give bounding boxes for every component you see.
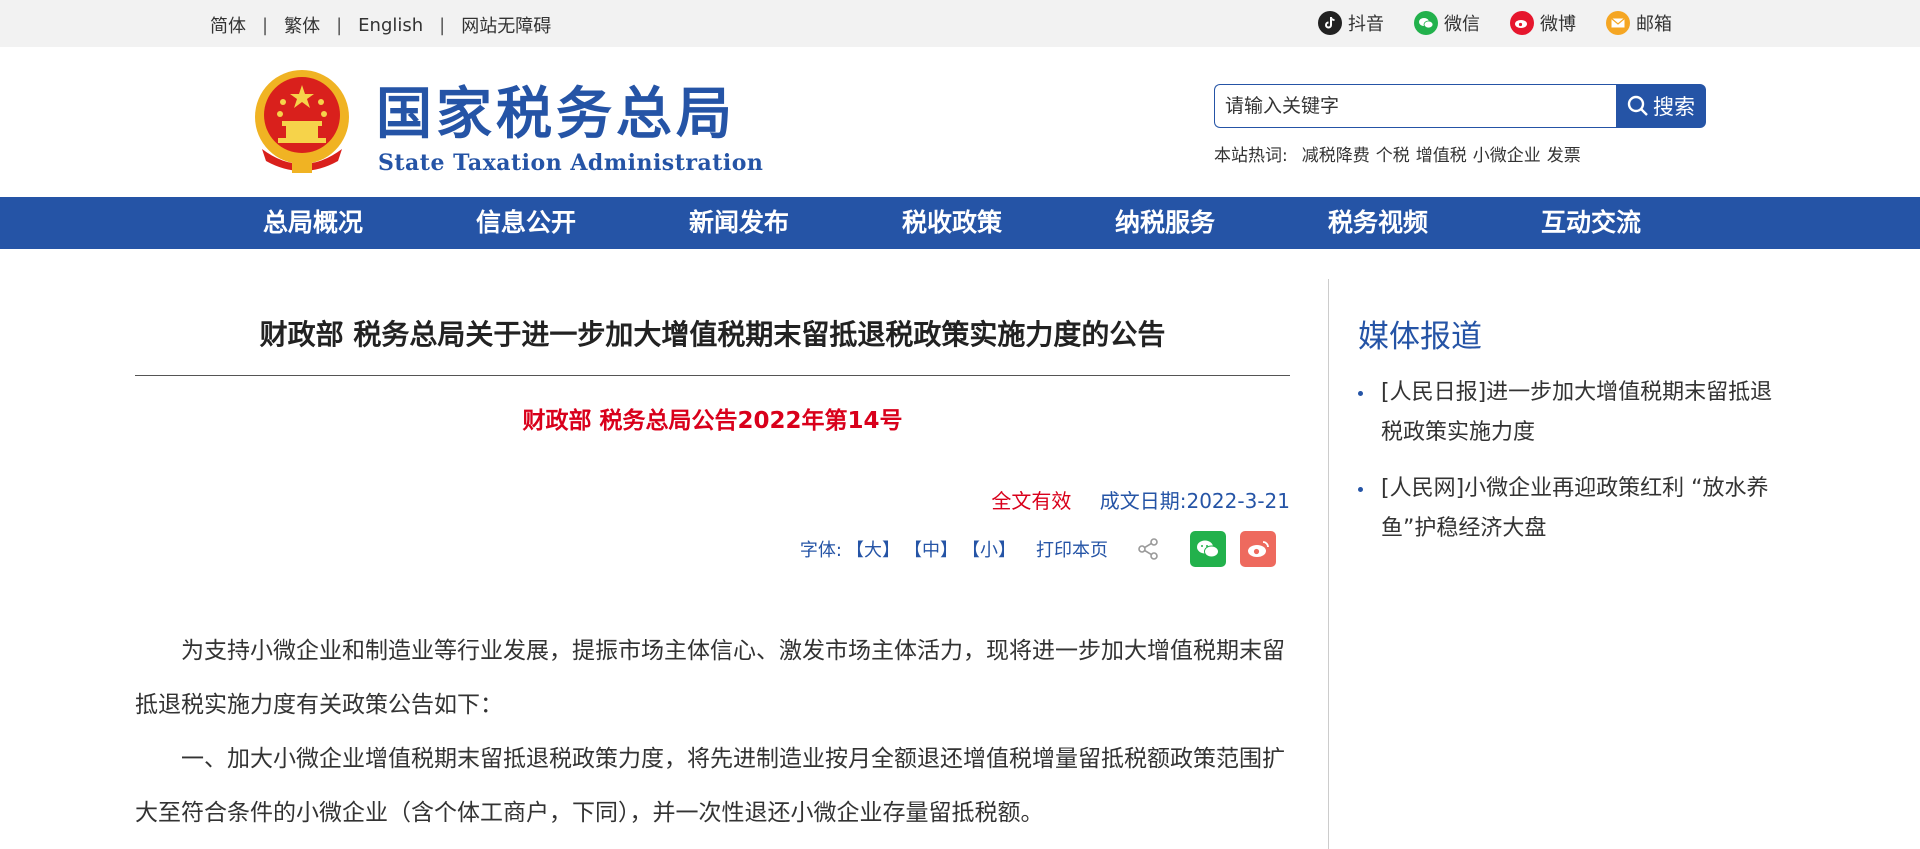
social-label: 抖音 bbox=[1348, 14, 1384, 35]
font-size-large-button[interactable]: 【大】 bbox=[846, 536, 900, 562]
search-button[interactable]: 搜索 bbox=[1616, 84, 1706, 128]
lang-english-link[interactable]: English bbox=[358, 15, 423, 36]
accessibility-link[interactable]: 网站无障碍 bbox=[461, 12, 551, 38]
social-label: 微博 bbox=[1540, 14, 1576, 35]
hot-word-link[interactable]: 增值税 bbox=[1416, 141, 1467, 166]
wechat-icon bbox=[1197, 540, 1219, 558]
mail-icon bbox=[1606, 11, 1630, 35]
weibo-icon bbox=[1510, 11, 1534, 35]
lang-simplified-link[interactable]: 简体 bbox=[210, 12, 246, 38]
site-subtitle: State Taxation Administration bbox=[378, 150, 764, 176]
separator: | bbox=[439, 14, 446, 36]
social-weibo[interactable]: 微博 bbox=[1510, 10, 1576, 36]
social-wechat[interactable]: 微信 bbox=[1414, 10, 1480, 36]
font-size-medium-button[interactable]: 【中】 bbox=[904, 536, 958, 562]
site-header: 国家税务总局 State Taxation Administration 搜索 … bbox=[0, 47, 1920, 197]
hot-word-link[interactable]: 减税降费 bbox=[1302, 141, 1370, 166]
article-body: 为支持小微企业和制造业等行业发展，提振市场主体信心、激发市场主体活力，现将进一步… bbox=[135, 624, 1290, 840]
social-douyin[interactable]: 抖音 bbox=[1318, 10, 1384, 36]
article-date: 成文日期:2022-3-21 bbox=[1099, 489, 1290, 513]
search-input[interactable] bbox=[1215, 85, 1616, 127]
separator: | bbox=[262, 14, 269, 36]
share-weibo-button[interactable] bbox=[1240, 531, 1276, 567]
nav-item-overview[interactable]: 总局概况 bbox=[263, 197, 476, 249]
separator: | bbox=[336, 14, 343, 36]
title-divider bbox=[135, 375, 1290, 376]
national-emblem-icon[interactable] bbox=[252, 69, 352, 175]
top-utility-bar: 简体 | 繁体 | English | 网站无障碍 抖音 微信 微博 邮箱 bbox=[0, 0, 1920, 47]
hot-words: 本站热词: 减税降费 个税 增值税 小微企业 发票 bbox=[1214, 141, 1581, 166]
lang-traditional-link[interactable]: 繁体 bbox=[284, 12, 320, 38]
article-meta: 全文有效 成文日期:2022-3-21 bbox=[991, 485, 1290, 514]
search-button-label: 搜索 bbox=[1653, 95, 1695, 119]
language-switcher: 简体 | 繁体 | English | 网站无障碍 bbox=[210, 12, 551, 38]
nav-item-news[interactable]: 新闻发布 bbox=[689, 197, 902, 249]
social-label: 邮箱 bbox=[1636, 14, 1672, 35]
validity-status: 全文有效 bbox=[991, 489, 1072, 513]
search-icon bbox=[1627, 95, 1648, 116]
media-report-list: [人民日报]进一步加大增值税期末留抵退税政策实施力度 [人民网]小微企业再迎政策… bbox=[1358, 373, 1788, 565]
font-size-small-button[interactable]: 【小】 bbox=[962, 536, 1016, 562]
share-wechat-button[interactable] bbox=[1190, 531, 1226, 567]
print-button[interactable]: 打印本页 bbox=[1036, 536, 1108, 562]
nav-item-info-disclosure[interactable]: 信息公开 bbox=[476, 197, 689, 249]
nav-item-videos[interactable]: 税务视频 bbox=[1328, 197, 1541, 249]
sidebar-title: 媒体报道 bbox=[1358, 319, 1482, 355]
document-number: 财政部 税务总局公告2022年第14号 bbox=[522, 408, 903, 434]
article-paragraph: 一、加大小微企业增值税期末留抵退税政策力度，将先进制造业按月全额退还增值税增量留… bbox=[135, 746, 1285, 826]
hot-words-label: 本站热词: bbox=[1214, 146, 1288, 166]
hot-word-link[interactable]: 个税 bbox=[1376, 141, 1410, 166]
social-label: 微信 bbox=[1444, 14, 1480, 35]
article-tools: 字体: 【大】 【中】 【小】 打印本页 bbox=[800, 531, 1276, 567]
main-nav: 总局概况 信息公开 新闻发布 税收政策 纳税服务 税务视频 互动交流 bbox=[0, 197, 1920, 249]
hot-word-link[interactable]: 发票 bbox=[1547, 141, 1581, 166]
media-report-link[interactable]: [人民日报]进一步加大增值税期末留抵退税政策实施力度 bbox=[1358, 373, 1788, 453]
media-report-link[interactable]: [人民网]小微企业再迎政策红利 “放水养鱼”护稳经济大盘 bbox=[1358, 469, 1788, 549]
nav-item-taxpayer-service[interactable]: 纳税服务 bbox=[1115, 197, 1328, 249]
nav-item-interaction[interactable]: 互动交流 bbox=[1541, 197, 1754, 249]
article-title: 财政部 税务总局关于进一步加大增值税期末留抵退税政策实施力度的公告 bbox=[259, 318, 1166, 351]
column-divider bbox=[1328, 279, 1329, 849]
share-icon[interactable] bbox=[1136, 537, 1160, 561]
nav-item-tax-policy[interactable]: 税收政策 bbox=[902, 197, 1115, 249]
weibo-icon bbox=[1248, 541, 1269, 557]
article-paragraph: 为支持小微企业和制造业等行业发展，提振市场主体信心、激发市场主体活力，现将进一步… bbox=[135, 638, 1285, 718]
hot-word-link[interactable]: 小微企业 bbox=[1473, 141, 1541, 166]
social-links: 抖音 微信 微博 邮箱 bbox=[1318, 10, 1672, 36]
search-box bbox=[1214, 84, 1616, 128]
font-size-label: 字体: bbox=[799, 540, 842, 561]
douyin-icon bbox=[1318, 11, 1342, 35]
wechat-icon bbox=[1414, 11, 1438, 35]
site-title[interactable]: 国家税务总局 bbox=[376, 87, 736, 143]
social-mail[interactable]: 邮箱 bbox=[1606, 10, 1672, 36]
